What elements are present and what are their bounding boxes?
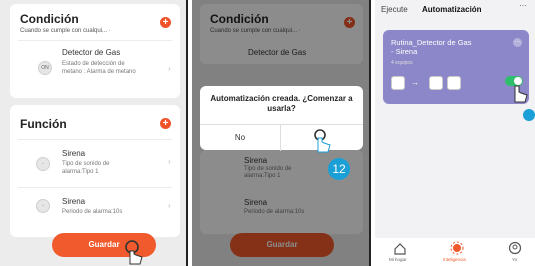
nav-me-label: Yo [512, 257, 518, 262]
profile-icon [508, 241, 522, 255]
device-desc: Estado de detección de [62, 61, 125, 67]
scene-editor-screen: Condición Cuando se cumple con cualqui..… [0, 0, 188, 266]
arrow-icon: → [411, 78, 419, 87]
dialog-message: Automatización creada. ¿Comenzar a usarl… [210, 94, 353, 113]
bottom-navigation: Mi hogar Inteligencia Yo [375, 238, 535, 266]
function-desc-2: alarma:Tipo 1 [62, 169, 99, 175]
tap-hand-icon [125, 240, 143, 265]
routine-more-icon[interactable]: ··· [513, 38, 522, 47]
divider [18, 139, 172, 140]
gas-detector-icon: ON [38, 61, 52, 75]
confirmation-screen: Condición Cuando se cumple con cualqui..… [192, 0, 371, 266]
divider [18, 40, 172, 41]
function-name: Sirena [62, 149, 86, 158]
home-icon [394, 243, 406, 255]
nav-home-label: Mi hogar [389, 257, 407, 262]
condition-card: Condición Cuando se cumple con cualqui..… [10, 4, 180, 98]
condition-subtitle[interactable]: Cuando se cumple con cualqui... · [20, 28, 111, 34]
add-condition-button[interactable]: + [160, 17, 171, 28]
chevron-right-icon: › [168, 157, 171, 166]
routine-device-count: 4 equipos [391, 60, 413, 66]
siren-icon: ◦ [36, 157, 50, 171]
siren-icon [447, 76, 461, 90]
routine-name-line2: - Sirena [391, 47, 418, 56]
tap-hand-icon [314, 129, 331, 153]
step-number-badge: 12 [328, 158, 350, 180]
function-desc: Periodo de alarma:10s [62, 209, 123, 215]
routine-card[interactable]: Rutina_Detector de Gas - Sirena 4 equipo… [383, 30, 529, 104]
siren-icon: ◦ [36, 199, 50, 213]
function-title: Función [20, 117, 67, 131]
device-desc-2: metano : Alarma de metano [62, 69, 136, 75]
device-name: Detector de Gas [62, 48, 121, 57]
function-name: Sirena [62, 197, 86, 206]
automation-list-screen: Ejecute Automatización ··· Rutina_Detect… [375, 0, 535, 266]
siren-icon [429, 76, 443, 90]
divider [18, 187, 172, 188]
no-button[interactable]: No [200, 125, 281, 151]
function-card: Función + ◦ Sirena Tipo de sonido de ala… [10, 105, 180, 237]
condition-title: Condición [20, 12, 79, 26]
tab-execute[interactable]: Ejecute [381, 5, 408, 14]
more-icon[interactable]: ··· [519, 1, 527, 10]
tab-automation[interactable]: Automatización [422, 5, 482, 14]
condition-device-icon [391, 76, 405, 90]
routine-name: Rutina_Detector de Gas - Sirena [391, 38, 471, 56]
chevron-right-icon: › [168, 64, 171, 73]
nav-intelligence-label: Inteligencia [443, 257, 466, 262]
routine-name-line1: Rutina_Detector de Gas [391, 38, 472, 47]
add-function-button[interactable]: + [160, 118, 171, 129]
intelligence-icon [450, 241, 464, 255]
tap-hand-icon [514, 85, 535, 121]
function-desc: Tipo de sonido de [62, 161, 110, 167]
chevron-right-icon: › [168, 201, 171, 210]
